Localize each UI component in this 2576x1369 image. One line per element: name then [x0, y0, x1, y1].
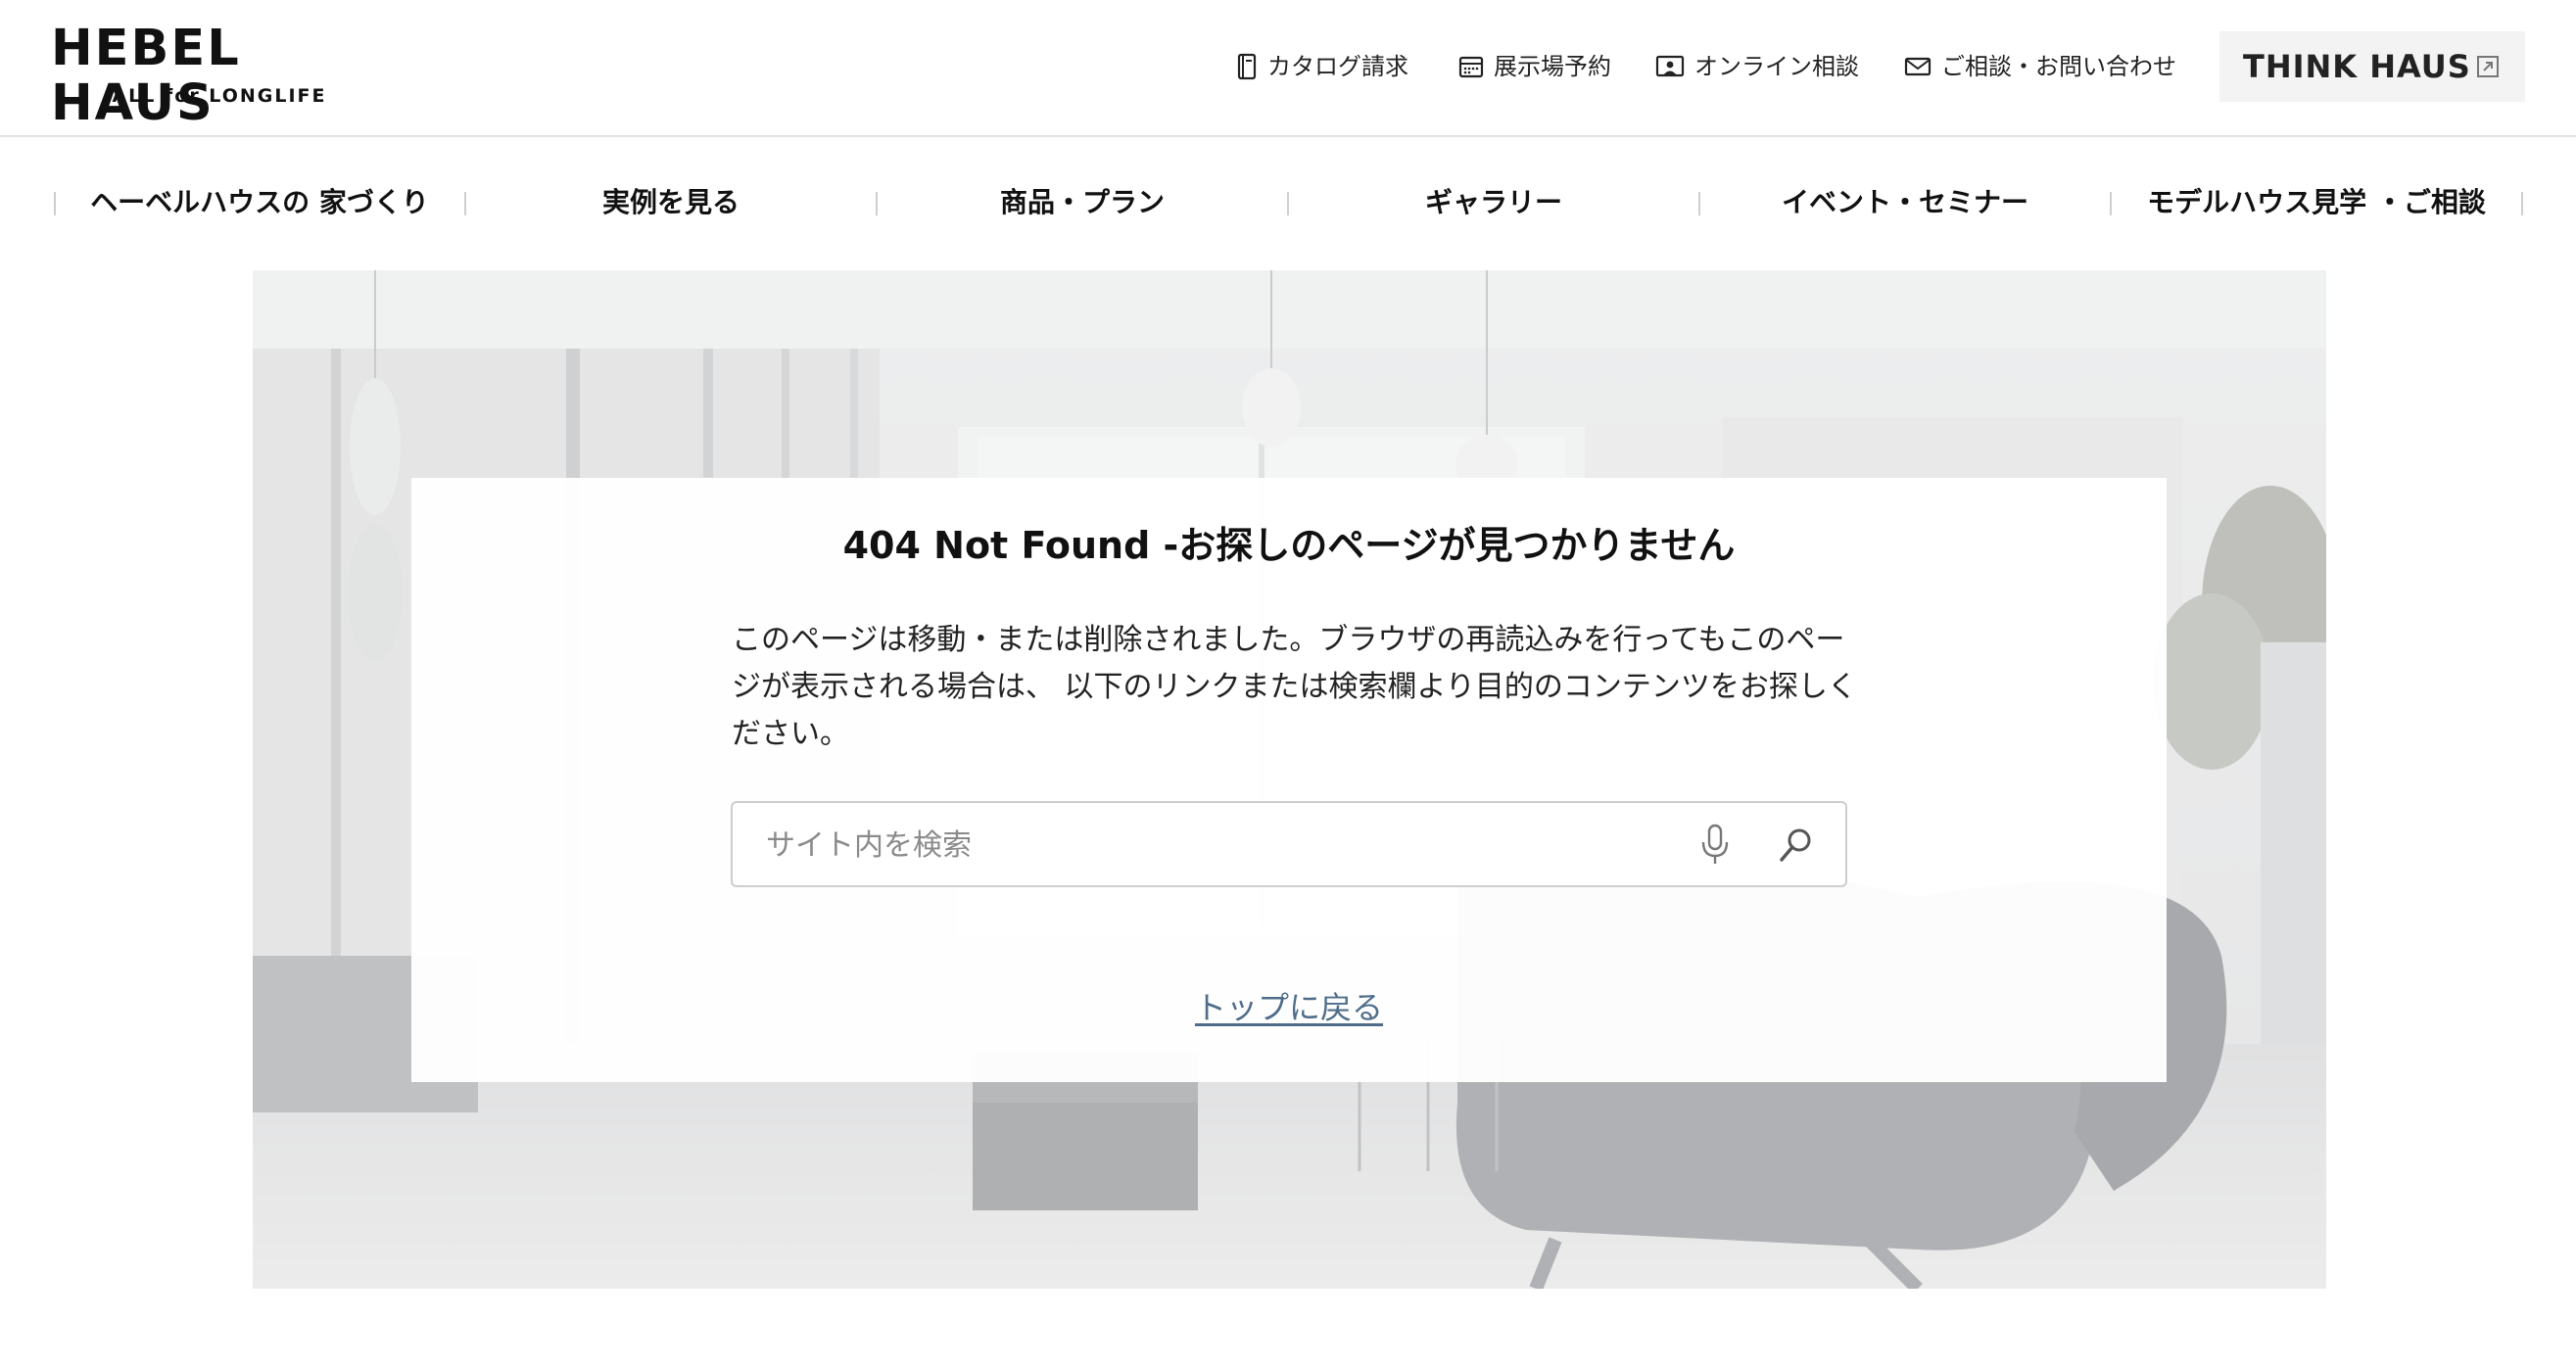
- global-nav: ヘーベルハウスの 家づくり 実例を見る 商品・プラン ギャラリー イベント・セミ…: [0, 137, 2576, 269]
- search-input[interactable]: [764, 821, 1649, 870]
- logo-tagline: ALL for LONGLIFE: [112, 85, 327, 107]
- site-logo[interactable]: HEBEL HAUS ALL for LONGLIFE: [51, 22, 394, 131]
- back-to-top-wrapper: トップに戻る: [411, 986, 2167, 1029]
- logo-text: HEBEL HAUS: [51, 20, 241, 132]
- showroom-reservation-label: 展示場予約: [1494, 53, 1611, 80]
- contact-link[interactable]: ご相談・お問い合わせ: [1904, 51, 2176, 82]
- catalog-icon: [1237, 53, 1257, 80]
- think-haus-label: THINK HAUS: [2243, 48, 2471, 85]
- online-consult-icon: [1655, 55, 1685, 77]
- error-message: このページは移動・または削除されました。ブラウザの再読込みを行ってもこのページが…: [732, 623, 1857, 751]
- site-header: HEBEL HAUS ALL for LONGLIFE カタログ請求 展示場予約…: [0, 0, 2576, 137]
- nav-item-model-house[interactable]: モデルハウス見学 ・ご相談: [2111, 183, 2522, 222]
- hero-background-image: 404 Not Found -お探しのページが見つかりません このページは移動・…: [253, 270, 2326, 1289]
- nav-item-products-plans[interactable]: 商品・プラン: [877, 183, 1288, 222]
- nav-item-house-building[interactable]: ヘーベルハウスの 家づくり: [54, 183, 465, 222]
- online-consultation-label: オンライン相談: [1694, 53, 1859, 80]
- page-title: 404 Not Found -お探しのページが見つかりません: [842, 524, 1736, 567]
- catalog-request-link[interactable]: カタログ請求: [1236, 51, 1408, 82]
- back-to-top-link[interactable]: トップに戻る: [1195, 989, 1383, 1026]
- mail-icon: [1904, 57, 1932, 76]
- think-haus-button[interactable]: THINK HAUS: [2219, 31, 2525, 102]
- nav-item-gallery[interactable]: ギャラリー: [1288, 183, 1699, 222]
- online-consultation-link[interactable]: オンライン相談: [1655, 51, 1859, 82]
- showroom-reservation-link[interactable]: 展示場予約: [1458, 51, 1611, 82]
- contact-label: ご相談・お問い合わせ: [1941, 53, 2176, 80]
- calendar-icon: [1458, 56, 1484, 78]
- nav-divider: [2521, 192, 2523, 215]
- catalog-request-label: カタログ請求: [1267, 53, 1408, 80]
- not-found-card: 404 Not Found -お探しのページが見つかりません このページは移動・…: [411, 478, 2167, 1082]
- external-link-icon: [2477, 56, 2499, 77]
- site-search-box: [731, 801, 1847, 887]
- nav-item-examples[interactable]: 実例を見る: [465, 183, 877, 222]
- nav-item-events-seminars[interactable]: イベント・セミナー: [1699, 183, 2111, 222]
